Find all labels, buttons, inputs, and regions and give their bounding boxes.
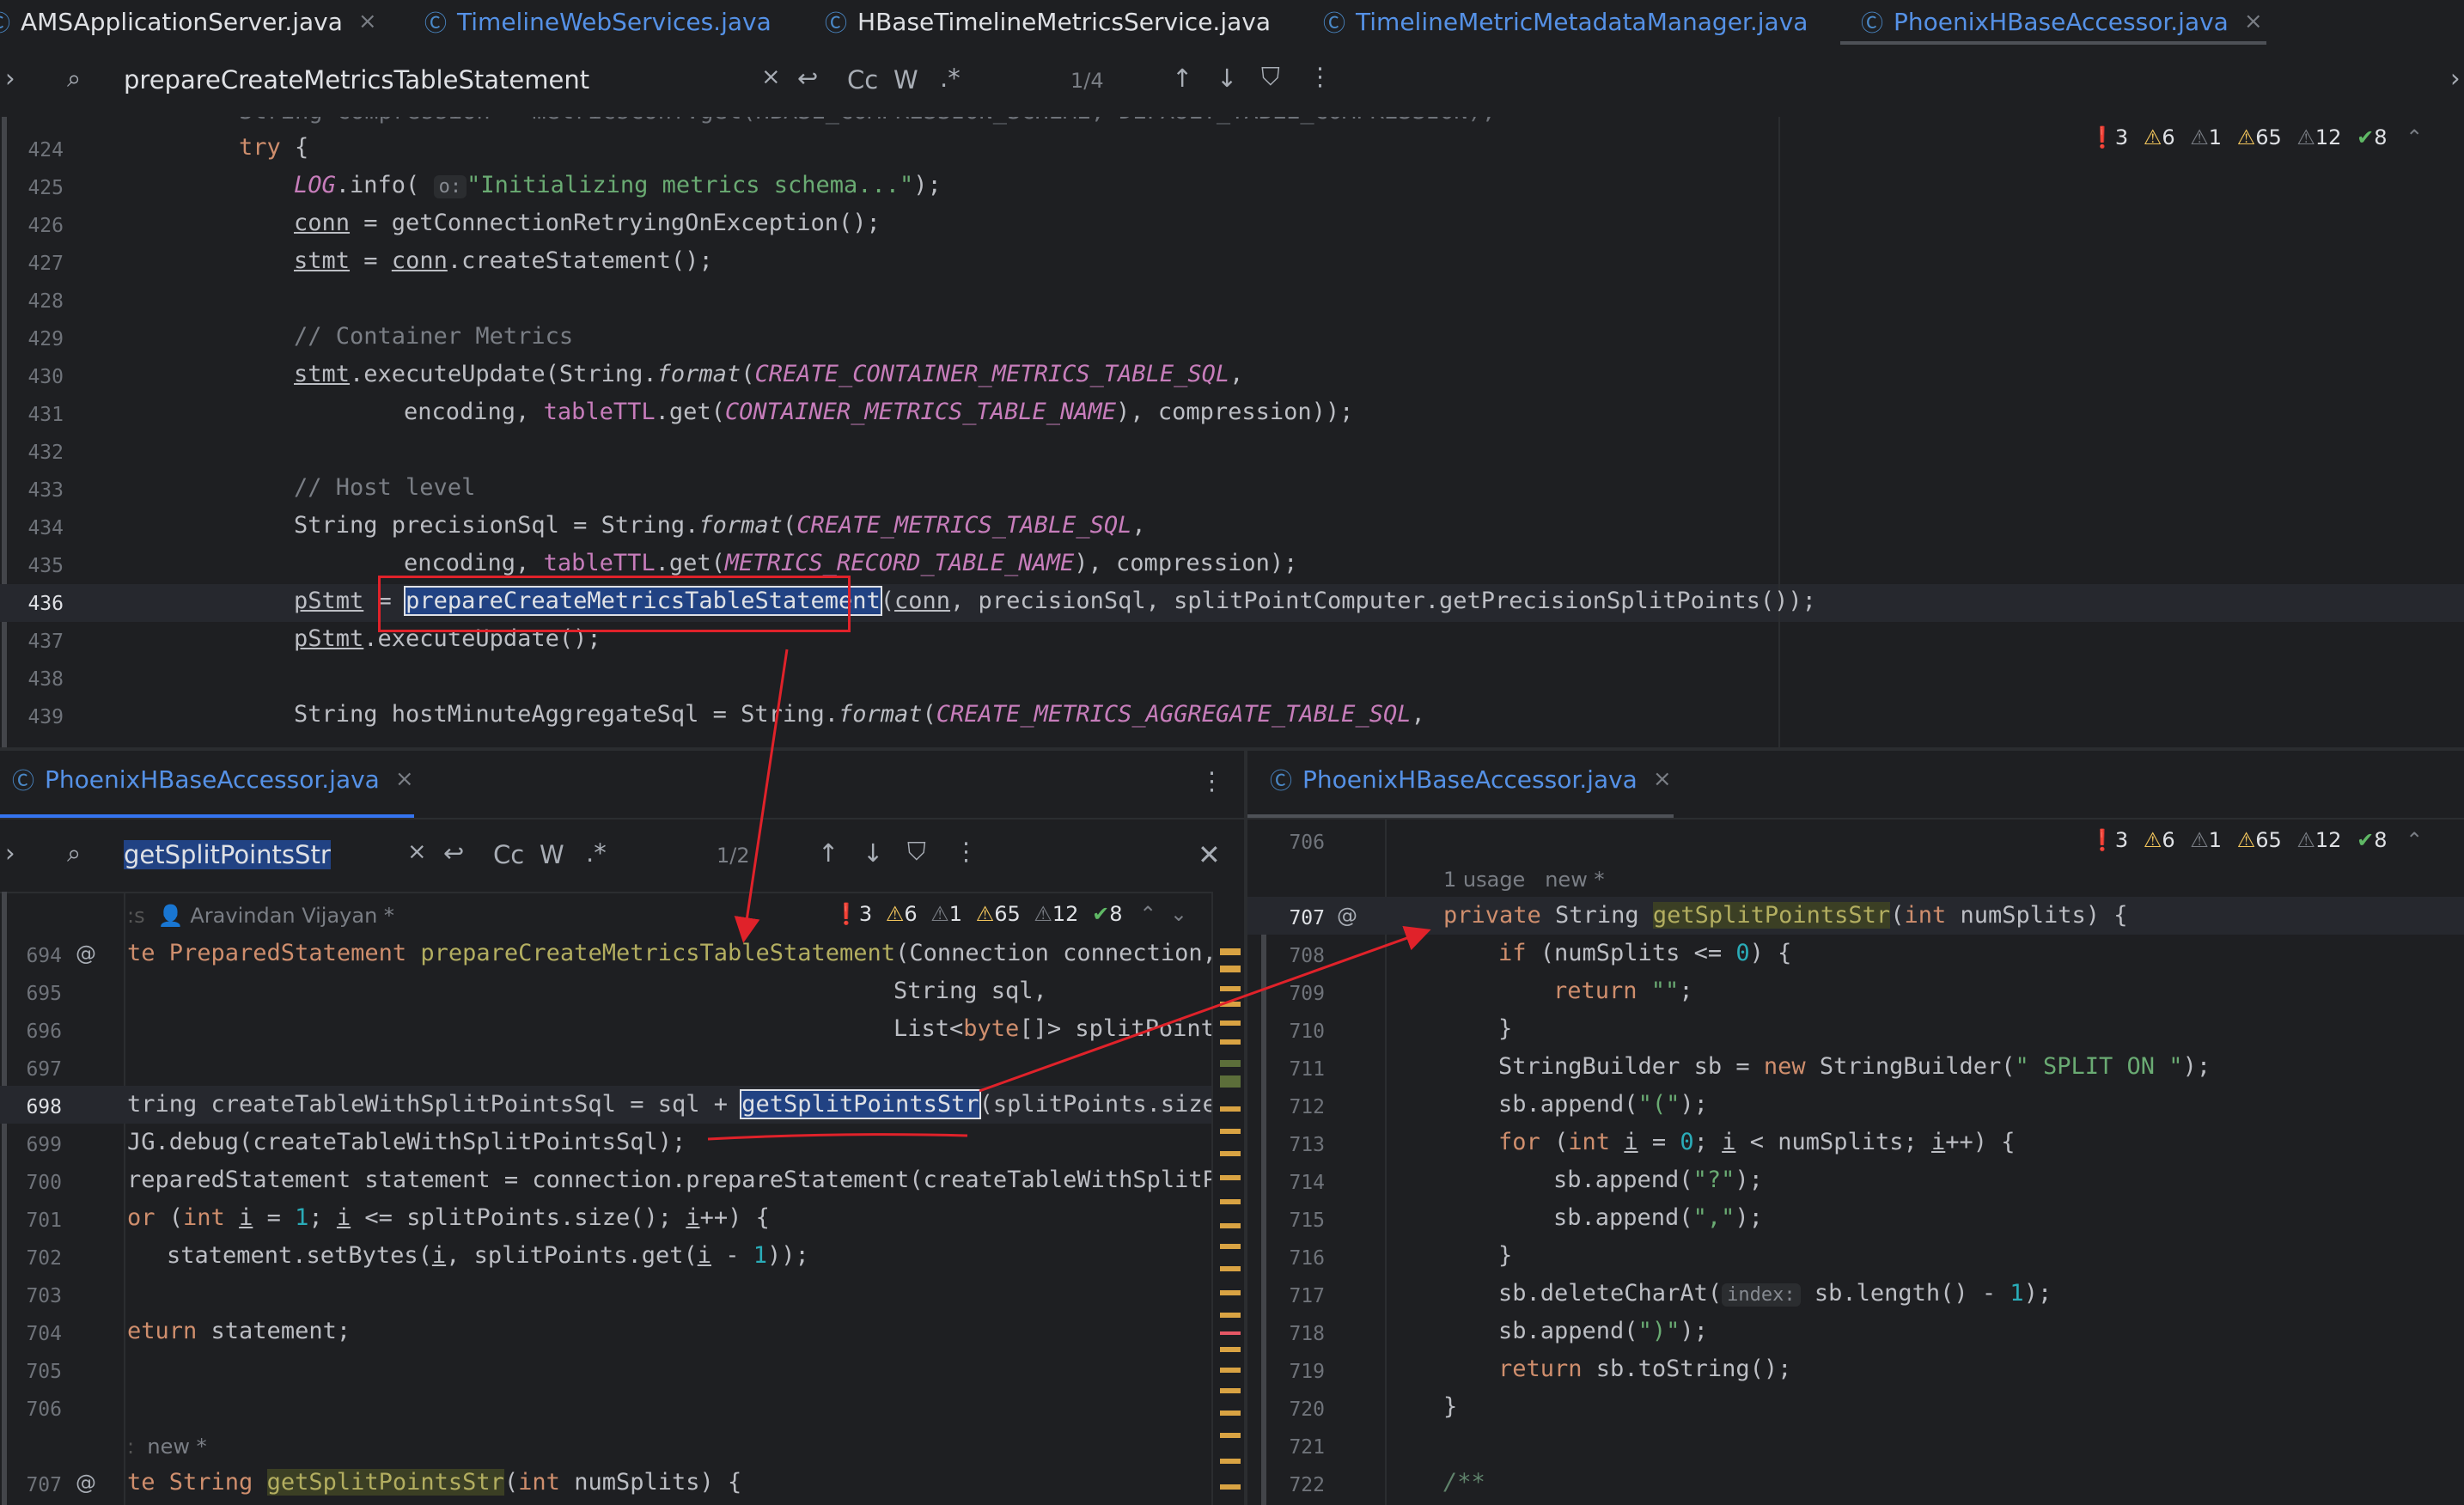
arrow-to-helper <box>979 925 1431 1093</box>
arrow-to-definition <box>734 649 789 943</box>
annotation-arrows <box>734 649 1431 1093</box>
